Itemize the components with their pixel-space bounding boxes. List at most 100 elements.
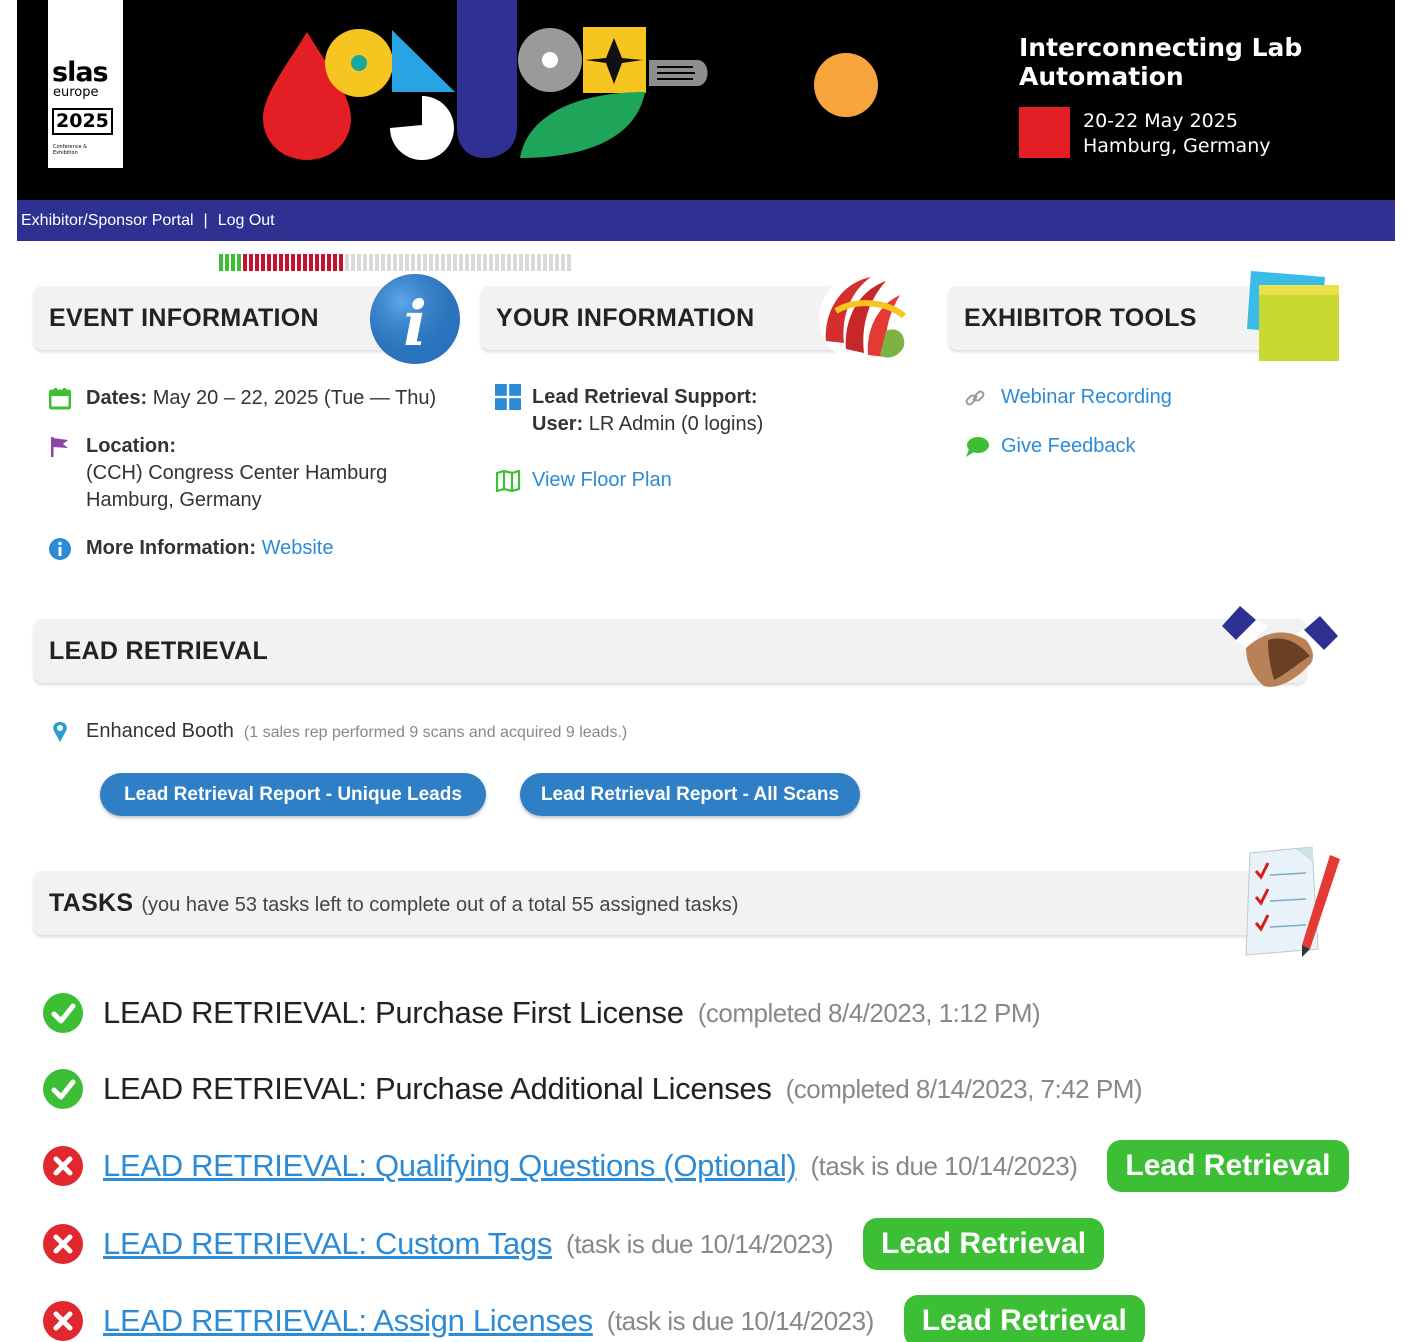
- progress-tick: [303, 254, 307, 271]
- location-line2: Hamburg, Germany: [86, 489, 262, 511]
- more-info-label: More Information:: [86, 537, 256, 559]
- task-title[interactable]: LEAD RETRIEVAL: Qualifying Questions (Op…: [103, 1148, 797, 1184]
- progress-tick: [225, 254, 229, 271]
- banner-title: Interconnecting Lab Automation: [1019, 33, 1303, 91]
- banner-red-square: [1019, 107, 1070, 158]
- progress-tick: [381, 254, 385, 271]
- progress-tick: [273, 254, 277, 271]
- task-title: LEAD RETRIEVAL: Purchase Additional Lice…: [103, 1071, 772, 1106]
- progress-tick: [495, 254, 499, 271]
- task-status: (completed 8/4/2023, 1:12 PM): [697, 997, 1041, 1028]
- progress-tick: [519, 254, 523, 271]
- website-link[interactable]: Website: [262, 537, 334, 559]
- progress-tick: [333, 254, 337, 271]
- chat-bubble-icon: [966, 437, 989, 457]
- handshake-icon: [1222, 606, 1338, 687]
- task-title: LEAD RETRIEVAL: Purchase First License: [103, 995, 684, 1030]
- lead-retrieval-task-button[interactable]: Lead Retrieval: [863, 1218, 1105, 1270]
- progress-tick: [465, 254, 469, 271]
- task-status: (completed 8/14/2023, 7:42 PM): [785, 1073, 1143, 1104]
- link-icon: [965, 390, 985, 406]
- booth-row: Enhanced Booth (1 sales rep performed 9 s…: [53, 718, 627, 746]
- progress-tick: [459, 254, 463, 271]
- task-title[interactable]: LEAD RETRIEVAL: Assign Licenses: [103, 1303, 593, 1339]
- task-row: LEAD RETRIEVAL: Custom Tags (task is due …: [43, 1218, 1105, 1270]
- progress-tick: [375, 254, 379, 271]
- lead-retrieval-task-button[interactable]: Lead Retrieval: [903, 1295, 1145, 1342]
- unique-leads-report-button[interactable]: Lead Retrieval Report - Unique Leads: [100, 773, 486, 816]
- progress-tick: [237, 254, 241, 271]
- progress-tick: [357, 254, 361, 271]
- tasks-summary: (you have 53 tasks left to complete out …: [141, 894, 739, 916]
- banner-dates: 20-22 May 2025: [1083, 110, 1238, 132]
- info-icon: i: [370, 274, 460, 364]
- progress-tick: [417, 254, 421, 271]
- floor-plan-row: View Floor Plan: [495, 467, 672, 494]
- dates-label: Dates:: [86, 387, 148, 409]
- progress-tick: [267, 254, 271, 271]
- x-circle-icon: [43, 1224, 83, 1264]
- progress-tick: [261, 254, 265, 271]
- banner-city: Hamburg, Germany: [1083, 135, 1271, 157]
- progress-tick: [363, 254, 367, 271]
- lead-support-label: Lead Retrieval Support:: [532, 386, 758, 408]
- location-label: Location:: [86, 435, 176, 457]
- task-progress-bar: [219, 254, 573, 271]
- progress-tick: [513, 254, 517, 271]
- banner-date-location: 20-22 May 2025 Hamburg, Germany: [1083, 109, 1271, 159]
- progress-tick: [561, 254, 565, 271]
- progress-tick: [219, 254, 223, 271]
- progress-tick: [249, 254, 253, 271]
- event-banner: slas europe 2025 Conference & Exhibition…: [17, 0, 1395, 200]
- progress-tick: [231, 254, 235, 271]
- map-icon: [495, 470, 521, 492]
- nav-portal-link[interactable]: Exhibitor/Sponsor Portal: [21, 212, 194, 229]
- progress-tick: [339, 254, 343, 271]
- flag-icon: [51, 437, 68, 457]
- progress-tick: [309, 254, 313, 271]
- sticky-notes-icon: [1247, 271, 1339, 361]
- check-circle-icon: [43, 1069, 83, 1109]
- progress-tick: [285, 254, 289, 271]
- x-circle-icon: [43, 1146, 83, 1186]
- lead-retrieval-header: LEAD RETRIEVAL: [34, 619, 1306, 683]
- calendar-icon: [49, 388, 71, 410]
- location-line1: (CCH) Congress Center Hamburg: [86, 462, 388, 484]
- user-value: LR Admin (0 logins): [588, 413, 764, 435]
- webinar-recording-link[interactable]: Webinar Recording: [1001, 386, 1172, 408]
- view-floor-plan-link[interactable]: View Floor Plan: [532, 469, 672, 491]
- progress-tick: [453, 254, 457, 271]
- progress-tick: [435, 254, 439, 271]
- progress-tick: [447, 254, 451, 271]
- x-circle-icon: [43, 1301, 83, 1341]
- task-status: (task is due 10/14/2023): [566, 1228, 833, 1259]
- svg-text:i: i: [403, 287, 427, 360]
- all-scans-report-button[interactable]: Lead Retrieval Report - All Scans: [520, 773, 860, 816]
- tasks-title: TASKS: [49, 889, 134, 917]
- lead-retrieval-task-button[interactable]: Lead Retrieval: [1107, 1140, 1349, 1192]
- check-circle-icon: [43, 993, 83, 1033]
- progress-tick: [543, 254, 547, 271]
- progress-tick: [429, 254, 433, 271]
- nav-logout-link[interactable]: Log Out: [218, 212, 275, 229]
- give-feedback-link[interactable]: Give Feedback: [1001, 435, 1136, 457]
- progress-tick: [393, 254, 397, 271]
- dates-value: May 20 – 22, 2025 (Tue — Thu): [152, 387, 437, 409]
- map-pin-icon: [53, 722, 67, 742]
- progress-tick: [369, 254, 373, 271]
- task-row: LEAD RETRIEVAL: Qualifying Questions (Op…: [43, 1140, 1349, 1192]
- progress-tick: [483, 254, 487, 271]
- task-title[interactable]: LEAD RETRIEVAL: Custom Tags: [103, 1226, 552, 1262]
- progress-tick: [567, 254, 571, 271]
- progress-tick: [351, 254, 355, 271]
- progress-tick: [441, 254, 445, 271]
- progress-tick: [255, 254, 259, 271]
- progress-tick: [315, 254, 319, 271]
- progress-tick: [477, 254, 481, 271]
- feedback-row: Give Feedback: [966, 433, 1136, 460]
- windows-tiles-icon: [495, 384, 521, 410]
- event-location-row: Location: (CCH) Congress Center Hamburg …: [51, 433, 388, 514]
- progress-tick: [405, 254, 409, 271]
- progress-tick: [537, 254, 541, 271]
- lead-support-row: Lead Retrieval Support: User: LR Admin (…: [495, 384, 764, 438]
